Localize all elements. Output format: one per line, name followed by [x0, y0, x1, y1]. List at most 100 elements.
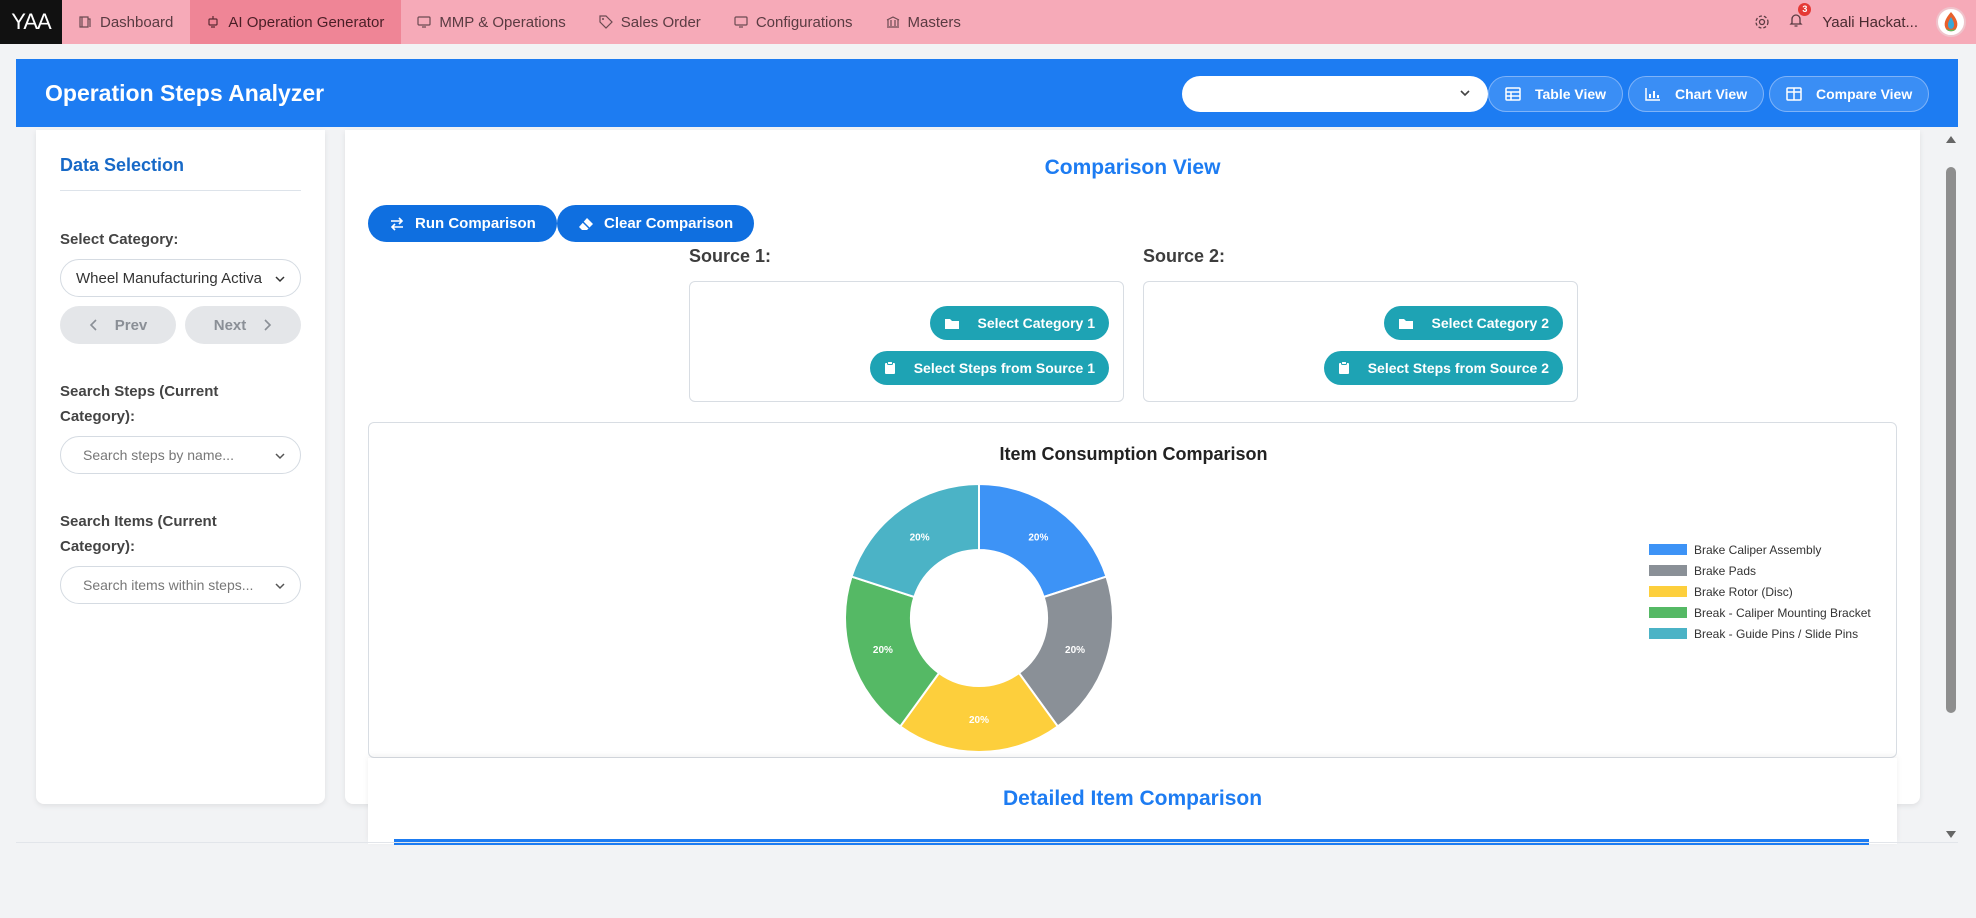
chart-view-label: Chart View	[1675, 86, 1748, 102]
chevron-right-icon	[264, 319, 272, 331]
robot-icon	[208, 16, 218, 28]
run-comparison-label: Run Comparison	[415, 215, 536, 232]
source2-box: Select Category 2 Select Steps from Sour…	[1143, 281, 1578, 402]
select-steps2-button[interactable]: Select Steps from Source 2	[1323, 351, 1563, 385]
slice-label: 20%	[969, 715, 989, 726]
dataset-select[interactable]	[1182, 76, 1488, 112]
clipboard-icon	[1338, 361, 1349, 374]
legend-swatch	[1649, 628, 1687, 639]
select-steps1-label: Select Steps from Source 1	[913, 360, 1095, 376]
legend-label: Break - Caliper Mounting Bracket	[1694, 605, 1871, 620]
prev-label: Prev	[114, 316, 148, 334]
run-comparison-button[interactable]: Run Comparison	[368, 205, 557, 242]
bar-chart-icon	[1645, 88, 1660, 101]
gear-icon[interactable]	[1754, 14, 1770, 30]
book-icon	[79, 16, 91, 28]
page-header: Operation Steps Analyzer Table View Char…	[16, 59, 1958, 127]
items-search-input[interactable]: Search items within steps...	[60, 566, 301, 604]
columns-icon	[1786, 87, 1802, 101]
clear-comparison-label: Clear Comparison	[604, 215, 734, 232]
scroll-down-arrow-icon[interactable]	[1946, 831, 1956, 838]
source2-label: Source 2:	[1143, 246, 1226, 266]
item-consumption-chart-card: Item Consumption Comparison 20% 20% 20% 20%…	[368, 422, 1897, 758]
steps-search-label: Search Steps (Current Category):	[60, 383, 219, 425]
compare-view-label: Compare View	[1816, 86, 1913, 102]
legend-label: Brake Rotor (Disc)	[1694, 584, 1793, 599]
clipboard-icon	[884, 361, 895, 374]
user-name[interactable]: Yaali Hackat...	[1822, 14, 1918, 31]
select-steps2-label: Select Steps from Source 2	[1367, 360, 1549, 376]
divider	[16, 842, 1958, 843]
slice-label: 20%	[1028, 532, 1048, 543]
bank-icon	[886, 16, 899, 28]
divider	[60, 190, 301, 191]
nav-item-ai-operation-generator[interactable]: AI Operation Generator	[190, 0, 402, 44]
nav-item-sales-order[interactable]: Sales Order	[583, 0, 718, 44]
data-selection-panel: Data Selection Select Category: Wheel Ma…	[36, 130, 325, 804]
nav-label: Configurations	[755, 13, 853, 31]
tag-icon	[599, 15, 613, 29]
legend-item[interactable]: Break - Guide Pins / Slide Pins	[1649, 623, 1871, 644]
legend-label: Brake Pads	[1694, 563, 1757, 578]
chart-view-button[interactable]: Chart View	[1628, 76, 1765, 112]
notifications[interactable]: 3	[1788, 2, 1812, 33]
select-category1-label: Select Category 1	[977, 315, 1096, 331]
nav-label: Dashboard	[100, 13, 174, 31]
select-category2-button[interactable]: Select Category 2	[1383, 306, 1563, 340]
chevron-down-icon	[274, 273, 286, 285]
nav-label: MMP & Operations	[439, 13, 566, 31]
folder-icon	[944, 318, 959, 329]
category-select-value: Wheel Manufacturing Activa	[76, 269, 262, 287]
category-select[interactable]: Wheel Manufacturing Activa	[60, 259, 301, 297]
nav-item-masters[interactable]: Masters	[870, 0, 978, 44]
legend-swatch	[1649, 586, 1687, 597]
select-steps1-button[interactable]: Select Steps from Source 1	[869, 351, 1109, 385]
table-view-label: Table View	[1535, 86, 1607, 102]
table-view-button[interactable]: Table View	[1488, 76, 1624, 112]
category-label: Select Category:	[60, 231, 179, 248]
select-category1-button[interactable]: Select Category 1	[929, 306, 1109, 340]
detailed-item-comparison-card: Detailed Item Comparison	[368, 758, 1897, 845]
compare-view-button[interactable]: Compare View	[1769, 76, 1930, 112]
next-label: Next	[213, 316, 247, 334]
prev-button[interactable]: Prev	[60, 306, 176, 344]
monitor-icon	[417, 16, 431, 28]
nav-item-configurations[interactable]: Configurations	[718, 0, 870, 44]
legend-swatch	[1649, 607, 1687, 618]
source1-label: Source 1:	[689, 246, 772, 266]
panel-title: Data Selection	[60, 155, 185, 175]
chevron-down-icon	[1460, 90, 1470, 97]
scrollbar-thumb[interactable]	[1946, 167, 1956, 713]
clear-comparison-button[interactable]: Clear Comparison	[557, 205, 755, 242]
folder-icon	[1398, 318, 1413, 329]
avatar-logo-icon	[1944, 12, 1958, 32]
legend-item[interactable]: Brake Pads	[1649, 560, 1871, 581]
legend-swatch	[1649, 565, 1687, 576]
comparison-title: Comparison View	[1044, 156, 1221, 179]
source1-box: Select Category 1 Select Steps from Sour…	[689, 281, 1124, 402]
detail-title: Detailed Item Comparison	[1002, 787, 1263, 810]
chart-title: Item Consumption Comparison	[999, 444, 1268, 464]
next-button[interactable]: Next	[185, 306, 301, 344]
nav-label: Sales Order	[620, 13, 701, 31]
items-search-label: Search Items (Current Category):	[60, 513, 217, 555]
scroll-up-arrow-icon[interactable]	[1946, 136, 1956, 143]
nav-item-dashboard[interactable]: Dashboard	[62, 0, 190, 44]
nav-item-mmp-operations[interactable]: MMP & Operations	[401, 0, 582, 44]
chevron-down-icon	[274, 450, 286, 462]
steps-search-input[interactable]: Search steps by name...	[60, 436, 301, 474]
steps-search-placeholder: Search steps by name...	[83, 447, 234, 463]
avatar[interactable]	[1936, 7, 1966, 37]
slice-label: 20%	[1065, 645, 1085, 656]
nav-label: AI Operation Generator	[228, 13, 385, 31]
monitor-icon	[734, 16, 748, 28]
legend-item[interactable]: Break - Caliper Mounting Bracket	[1649, 602, 1871, 623]
top-navbar: YAA Dashboard AI Operation Generator MMP…	[0, 0, 1976, 44]
donut-chart: 20% 20% 20% 20% 20%	[844, 482, 1114, 753]
legend-item[interactable]: Brake Rotor (Disc)	[1649, 581, 1871, 602]
legend-swatch	[1649, 544, 1687, 555]
legend-item[interactable]: Brake Caliper Assembly	[1649, 539, 1871, 560]
app-logo[interactable]: YAA	[0, 0, 62, 44]
swap-arrows-icon	[390, 216, 404, 231]
page-scrollbar[interactable]	[1944, 130, 1958, 842]
